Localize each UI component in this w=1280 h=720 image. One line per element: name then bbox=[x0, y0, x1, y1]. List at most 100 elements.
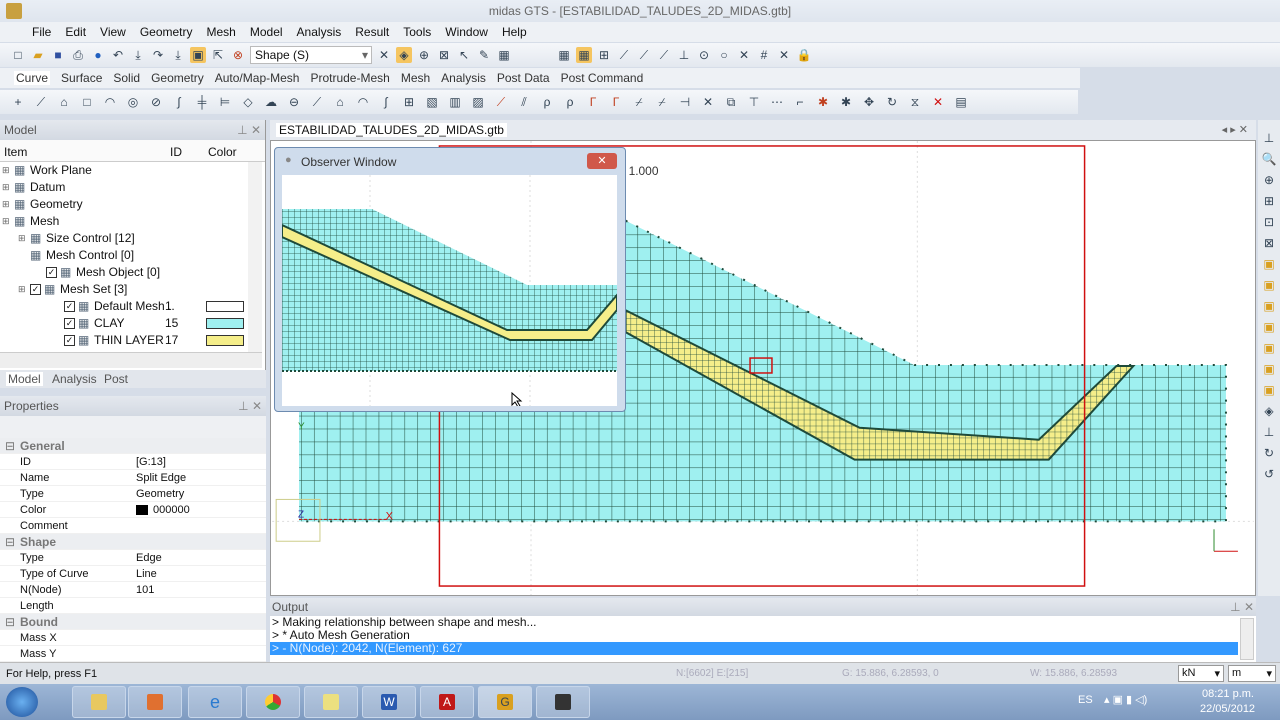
line-icon[interactable]: ⟋ bbox=[656, 47, 672, 63]
tools-icon[interactable]: ✱ bbox=[838, 94, 854, 110]
tree-item[interactable]: ⊞ ▦ Size Control [12] bbox=[0, 230, 265, 247]
help-icon[interactable]: ● bbox=[90, 47, 106, 63]
line-icon[interactable]: ⟋ bbox=[33, 94, 49, 110]
pointer-icon[interactable]: ⇱ bbox=[210, 47, 226, 63]
pin-close-icon[interactable]: ⊥ ✕ bbox=[1230, 600, 1254, 614]
circle-icon[interactable]: ◎ bbox=[125, 94, 141, 110]
intersect-icon[interactable]: ╪ bbox=[194, 94, 210, 110]
menu-mesh[interactable]: Mesh bbox=[207, 25, 236, 39]
tools-icon[interactable]: ✱ bbox=[815, 94, 831, 110]
view-iso-icon[interactable]: ▣ bbox=[1261, 361, 1277, 377]
clock-time[interactable]: 08:21 p.m. bbox=[1202, 688, 1254, 700]
snap-icon[interactable]: ◈ bbox=[396, 47, 412, 63]
tab-mesh[interactable]: Mesh bbox=[401, 71, 430, 85]
collapse-icon[interactable]: ⊟ bbox=[5, 438, 15, 454]
trim-icon[interactable]: ⟋ bbox=[493, 94, 509, 110]
save-icon[interactable]: ■ bbox=[50, 47, 66, 63]
expand-icon[interactable]: ⊞ bbox=[2, 196, 10, 213]
tab-auto-map-mesh[interactable]: Auto/Map-Mesh bbox=[215, 71, 300, 85]
close-icon[interactable]: ✕ bbox=[587, 153, 617, 169]
tab-analysis-panel[interactable]: Analysis bbox=[52, 372, 97, 386]
vertical-scrollbar[interactable] bbox=[248, 162, 262, 352]
expand-icon[interactable]: ⊞ bbox=[18, 281, 26, 298]
property-row[interactable]: Color 000000 bbox=[0, 502, 266, 518]
media-taskbar-button[interactable] bbox=[128, 686, 182, 718]
clock-date[interactable]: 22/05/2012 bbox=[1200, 703, 1255, 715]
line-icon[interactable]: ⟋ bbox=[636, 47, 652, 63]
property-row[interactable]: Type Edge bbox=[0, 550, 266, 566]
view-iso-icon[interactable]: ▣ bbox=[1261, 382, 1277, 398]
tab-analysis[interactable]: Analysis bbox=[441, 71, 486, 85]
open-folder-icon[interactable]: ▰ bbox=[30, 47, 46, 63]
rotate-icon[interactable]: ↻ bbox=[1261, 445, 1277, 461]
cloud-icon[interactable]: ☁ bbox=[263, 94, 279, 110]
grid-icon[interactable]: ▦ bbox=[556, 47, 572, 63]
force-unit-dropdown[interactable]: kN ▾ bbox=[1178, 665, 1224, 682]
ie-taskbar-button[interactable]: e bbox=[188, 686, 242, 718]
checkbox[interactable]: ✓ bbox=[64, 335, 75, 346]
column-id[interactable]: ID bbox=[170, 145, 182, 159]
offset-icon[interactable]: ⊨ bbox=[217, 94, 233, 110]
start-button[interactable] bbox=[6, 687, 38, 717]
select-icon[interactable]: ▣ bbox=[190, 47, 206, 63]
color-swatch[interactable] bbox=[206, 335, 244, 346]
property-row[interactable]: ID [G:13] bbox=[0, 454, 266, 470]
corner-icon[interactable]: Γ bbox=[608, 94, 624, 110]
property-row[interactable]: Type of Curve Line bbox=[0, 566, 266, 582]
tree-item[interactable]: ⊞ ▦ Work Plane bbox=[0, 162, 265, 179]
hash-icon[interactable]: # bbox=[756, 47, 772, 63]
arc-icon[interactable]: ◠ bbox=[102, 94, 118, 110]
break-icon[interactable]: ⌿ bbox=[631, 94, 647, 110]
extrude-icon[interactable]: ▥ bbox=[447, 94, 463, 110]
close-snap-icon[interactable]: ✕ bbox=[776, 47, 792, 63]
deselect-icon[interactable]: ✕ bbox=[376, 47, 392, 63]
property-row[interactable]: Length bbox=[0, 598, 266, 614]
tree-item[interactable]: ✓ ▦ Mesh Object [0] bbox=[0, 264, 265, 281]
corner-icon[interactable]: Γ bbox=[585, 94, 601, 110]
zoom-icon[interactable]: 🔍 bbox=[1261, 151, 1277, 167]
tab-model[interactable]: Model bbox=[6, 372, 43, 386]
point-icon[interactable]: + bbox=[10, 94, 26, 110]
expand-icon[interactable]: ⊞ bbox=[2, 162, 10, 179]
tab-surface[interactable]: Surface bbox=[61, 71, 102, 85]
redo-icon[interactable]: ↷ bbox=[150, 47, 166, 63]
ellipse-icon[interactable]: ⊘ bbox=[148, 94, 164, 110]
menu-analysis[interactable]: Analysis bbox=[297, 25, 342, 39]
rotate-icon[interactable]: ⊕ bbox=[416, 47, 432, 63]
mirror-icon[interactable]: ⧖ bbox=[907, 94, 923, 110]
tree-item[interactable]: ⊞ ▦ Datum bbox=[0, 179, 265, 196]
query-icon[interactable]: ✎ bbox=[476, 47, 492, 63]
horizontal-scrollbar[interactable] bbox=[0, 352, 262, 368]
menu-help[interactable]: Help bbox=[502, 25, 527, 39]
zoom-window-icon[interactable]: ⊠ bbox=[436, 47, 452, 63]
tree-item[interactable]: ✓ ▦ THIN LAYER 17 bbox=[0, 332, 265, 349]
align-icon[interactable]: ⊤ bbox=[746, 94, 762, 110]
view-iso-icon[interactable]: ▣ bbox=[1261, 319, 1277, 335]
observer-viewport[interactable] bbox=[282, 175, 617, 406]
tab-curve[interactable]: Curve bbox=[14, 71, 51, 85]
split-icon[interactable]: ⌿ bbox=[654, 94, 670, 110]
tree-item[interactable]: ⊞ ▦ Mesh bbox=[0, 213, 265, 230]
checkbox[interactable]: ✓ bbox=[64, 301, 75, 312]
length-unit-dropdown[interactable]: m ▾ bbox=[1228, 665, 1276, 682]
tab-geometry[interactable]: Geometry bbox=[151, 71, 204, 85]
print-icon[interactable]: ⎙ bbox=[70, 47, 86, 63]
project-icon[interactable]: ▧ bbox=[424, 94, 440, 110]
shading-icon[interactable]: ◈ bbox=[1261, 403, 1277, 419]
collapse-icon[interactable]: ⊟ bbox=[5, 534, 15, 550]
cursor-icon[interactable]: ↖ bbox=[456, 47, 472, 63]
tree-item[interactable]: ⊞ ✓ ▦ Mesh Set [3] bbox=[0, 281, 265, 298]
property-row[interactable]: Name Split Edge bbox=[0, 470, 266, 486]
view-front-icon[interactable]: ▣ bbox=[1261, 256, 1277, 272]
arc-2d-icon[interactable]: ◠ bbox=[355, 94, 371, 110]
fillet-icon[interactable]: ρ bbox=[539, 94, 555, 110]
tab-post-data[interactable]: Post Data bbox=[497, 71, 550, 85]
cross-icon[interactable]: ✕ bbox=[736, 47, 752, 63]
midas-gts-taskbar-button[interactable]: G bbox=[478, 686, 532, 718]
rectangle-icon[interactable]: □ bbox=[79, 94, 95, 110]
select-filter-dropdown[interactable]: Shape (S) ▾ bbox=[250, 46, 372, 64]
display-icon[interactable]: ▦ bbox=[496, 47, 512, 63]
column-color[interactable]: Color bbox=[208, 145, 237, 159]
tree-item[interactable]: ✓ ▦ Default Mesh .. 1 bbox=[0, 298, 265, 315]
polyline-icon[interactable]: ⌂ bbox=[56, 94, 72, 110]
